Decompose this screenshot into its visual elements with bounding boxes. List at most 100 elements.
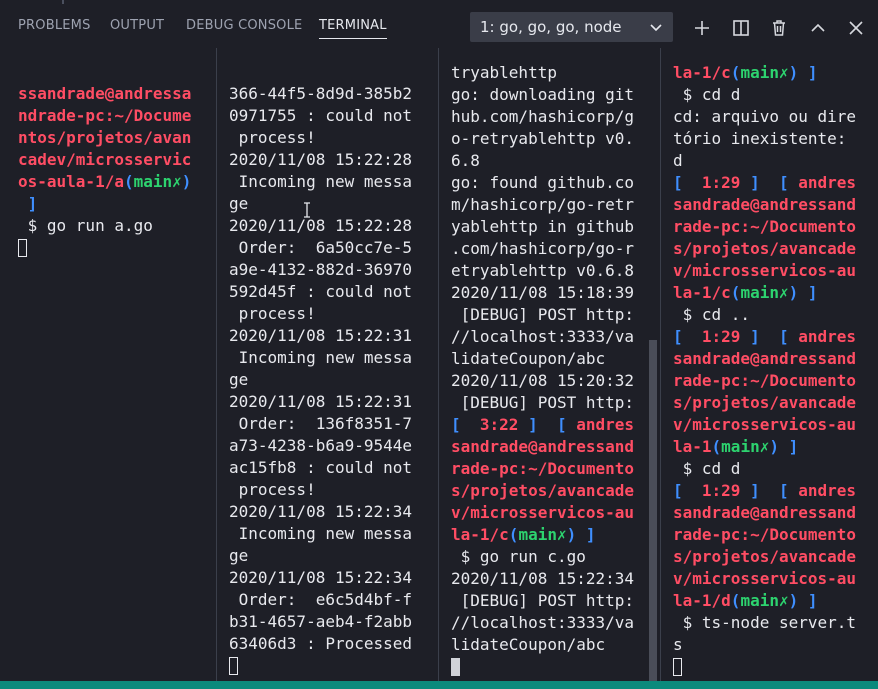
- terminal-text: ] [: [740, 327, 799, 346]
- terminal-line: s/projetos/avancade: [451, 480, 634, 502]
- terminal-line: tório inexistente:: [673, 128, 846, 150]
- terminal-line: 2020/11/08 15:22:28: [229, 215, 412, 237]
- terminal-text: ) ]: [788, 283, 818, 302]
- terminal-line: tryablehttp: [451, 62, 557, 84]
- terminal-line: rade-pc:~/Documento: [673, 524, 856, 546]
- terminal-line: 2020/11/08 15:22:34: [229, 501, 412, 523]
- terminal-line: s/projetos/avancade: [673, 392, 856, 414]
- terminal-line: sandrade@andressand: [673, 502, 856, 524]
- terminal-text: [: [673, 327, 702, 346]
- terminal-line: v/microsservicos-au: [673, 568, 856, 590]
- terminal-line: Incoming new messa: [229, 523, 412, 545]
- terminal-text: andres: [798, 481, 857, 500]
- terminal-cursor: [229, 657, 238, 675]
- terminal-line: 2020/11/08 15:18:39: [451, 282, 634, 304]
- terminal-text: 2020/11/08 15:22:28: [229, 216, 413, 235]
- terminal-line: hub.com/hashicorp/g: [451, 106, 634, 128]
- terminal-line: sandrade@andressand: [673, 348, 856, 370]
- terminal-line: v/microsservicos-au: [451, 502, 634, 524]
- plus-icon[interactable]: [692, 18, 712, 38]
- terminal-text: ] [: [740, 173, 799, 192]
- terminal-pane-3[interactable]: tryablehttp go: downloading git hub.com/ha…: [439, 48, 660, 681]
- terminal-line: la-1/c(main✗) ]: [673, 282, 818, 304]
- terminal-text: $ cd d: [673, 459, 741, 478]
- terminal-pane-4[interactable]: la-1/c(main✗) ] $ cd d cd: arquivo ou dir…: [661, 48, 878, 681]
- terminal-selector[interactable]: 1: go, go, go, node: [470, 12, 673, 42]
- terminal-line: [ 3:22 ] [ andres: [451, 414, 634, 436]
- terminal-line: process!: [229, 303, 316, 325]
- terminal-line: ssandrade@andressa: [18, 83, 191, 105]
- terminal-line: la-1/c(main✗) ]: [451, 524, 596, 546]
- terminal-text: 3:22: [479, 415, 519, 434]
- terminal-text: o-retryablehttp v0.: [451, 129, 635, 148]
- terminal-line: s: [673, 634, 683, 656]
- terminal-text: v/microsservicos-au: [673, 415, 857, 434]
- tab-output[interactable]: OUTPUT: [110, 18, 164, 33]
- terminal-line: go: downloading git: [451, 84, 634, 106]
- terminal-line: etryablehttp v0.6.8: [451, 260, 634, 282]
- terminal-line: $ go run c.go: [451, 546, 586, 568]
- terminal-text: sandrade@andressand: [451, 437, 635, 456]
- terminal-text: [DEBUG] POST http:: [451, 305, 635, 324]
- trash-icon[interactable]: [769, 18, 789, 38]
- terminal-line: $ go run a.go: [18, 215, 153, 237]
- terminal-line: 2020/11/08 15:20:32: [451, 370, 634, 392]
- panel-header: PROBLEMS OUTPUT DEBUG CONSOLE TERMINAL 1…: [0, 4, 878, 48]
- terminal-text: 2020/11/08 15:18:39: [451, 283, 635, 302]
- terminal-line: 6.8: [451, 150, 480, 172]
- terminal-text: la-1/c: [451, 525, 509, 544]
- terminal-line: yablehttp in github: [451, 216, 634, 238]
- terminal-text: 6.8: [451, 151, 480, 170]
- terminal-text: ) ]: [566, 525, 596, 544]
- terminal-line: [ 1:29 ] [ andres: [673, 326, 856, 348]
- terminal-text: hub.com/hashicorp/g: [451, 107, 635, 126]
- terminal-text: cd: arquivo ou dire: [673, 107, 857, 126]
- terminal-text: s: [673, 635, 683, 654]
- terminal-text: la-1/c: [673, 63, 731, 82]
- terminal-line: .com/hashicorp/go-r: [451, 238, 634, 260]
- terminal-text: Incoming new messa: [229, 348, 413, 367]
- terminal-text: s/projetos/avancade: [673, 393, 857, 412]
- terminal-text: 2020/11/08 15:22:31: [229, 326, 413, 345]
- terminal-text: andres: [798, 327, 857, 346]
- terminal-line: ndrade-pc:~/Docume: [18, 105, 191, 127]
- terminal-line: lidateCoupon/abc: [451, 348, 605, 370]
- terminal-line: v/microsservicos-au: [673, 414, 856, 436]
- terminal-text: sandrade@andressand: [673, 503, 857, 522]
- terminal-line: [DEBUG] POST http:: [451, 304, 634, 326]
- terminal-line: ge: [229, 193, 248, 215]
- terminal-pane-2[interactable]: 366-44f5-8d9d-385b2 0971755 : could not p…: [217, 48, 438, 681]
- tab-problems[interactable]: PROBLEMS: [18, 18, 91, 33]
- terminal-line: a9e-4132-882d-36970: [229, 259, 412, 281]
- terminal-line: process!: [229, 479, 316, 501]
- terminal-text: la-1: [673, 437, 712, 456]
- terminal-text: Order: e6c5d4bf-f: [229, 590, 413, 609]
- terminal-text: Incoming new messa: [229, 172, 413, 191]
- chevron-up-icon[interactable]: [808, 18, 828, 38]
- split-icon[interactable]: [731, 18, 751, 38]
- terminal-line: [DEBUG] POST http:: [451, 392, 634, 414]
- terminal-text: main✗: [133, 172, 182, 191]
- terminal-line: cd: arquivo ou dire: [673, 106, 856, 128]
- terminal-text: v/microsservicos-au: [673, 569, 857, 588]
- terminal-text: 592d45f : could not: [229, 282, 413, 301]
- terminal-line: rade-pc:~/Documento: [451, 458, 634, 480]
- terminal-text: $ cd d: [673, 85, 741, 104]
- close-icon[interactable]: [846, 18, 866, 38]
- pane-3-scrollbar[interactable]: [649, 340, 657, 681]
- terminal-text: [DEBUG] POST http:: [451, 393, 635, 412]
- terminal-text: [: [451, 415, 480, 434]
- terminal-line: sandrade@andressand: [673, 194, 856, 216]
- terminal-text: process!: [229, 128, 316, 147]
- tab-debug-console[interactable]: DEBUG CONSOLE: [186, 18, 302, 33]
- terminal-text: ]: [18, 194, 38, 213]
- terminal-pane-1[interactable]: ssandrade@andressa ndrade-pc:~/Docume ntos…: [0, 48, 216, 681]
- terminal-line: $ ts-node server.t: [673, 612, 856, 634]
- terminal-line: lidateCoupon/abc: [451, 634, 605, 656]
- terminal-text: rade-pc:~/Documento: [451, 459, 635, 478]
- terminal-text: $ ts-node server.t: [673, 613, 857, 632]
- terminal-text: ndrade-pc:~/Docume: [18, 106, 192, 125]
- tab-terminal[interactable]: TERMINAL: [319, 18, 387, 39]
- terminal-cursor: [18, 239, 27, 257]
- terminal-text: Order: 136f8351-7: [229, 414, 413, 433]
